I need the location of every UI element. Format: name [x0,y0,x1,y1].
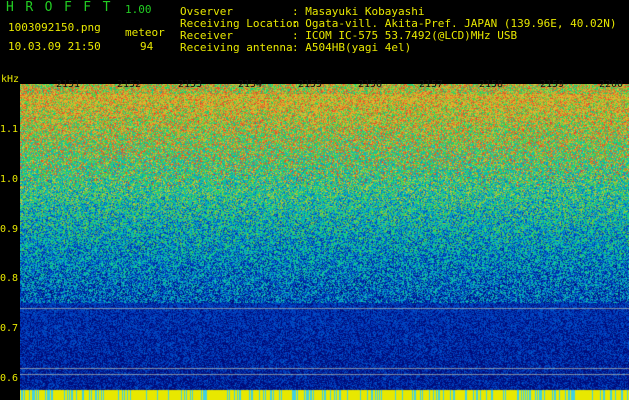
x-tick-2200: 2200 [599,79,624,90]
y-tick-0.7: 0.7 [0,323,19,334]
y-tick-0.8: 0.8 [0,273,19,284]
meteor-label: meteor [125,26,165,39]
x-tick-2158: 2158 [479,79,504,90]
y-tick-1.1: 1.1 [0,124,19,135]
y-tick-0.6: 0.6 [0,373,19,384]
datetime-label: 10.03.09 21:50 [8,40,101,53]
spectrogram-canvas [20,84,629,400]
x-tick-2159: 2159 [540,79,565,90]
version-label: 1.00 [125,3,152,16]
x-tick-2156: 2156 [358,79,383,90]
x-tick-2151: 2151 [56,79,81,90]
spectrogram-plot [20,84,629,400]
y-tick-1.0: 1.0 [0,174,19,185]
meteor-count: 94 [140,40,154,53]
x-tick-2154: 2154 [238,79,263,90]
x-tick-2152: 2152 [117,79,142,90]
antenna-value: : A504HB(yagi 4el) [292,41,412,54]
header-panel: HROFFT 1.00 1003092150.png meteor 10.03.… [0,0,629,78]
y-tick-0.9: 0.9 [0,224,19,235]
y-axis-unit: kHz [1,74,20,85]
antenna-label: Receiving antenna [180,41,293,54]
app-title: HROFFT [6,0,122,15]
x-tick-2157: 2157 [419,79,444,90]
filename-label: 1003092150.png [8,21,101,34]
x-tick-2155: 2155 [298,79,323,90]
x-tick-2153: 2153 [178,79,203,90]
